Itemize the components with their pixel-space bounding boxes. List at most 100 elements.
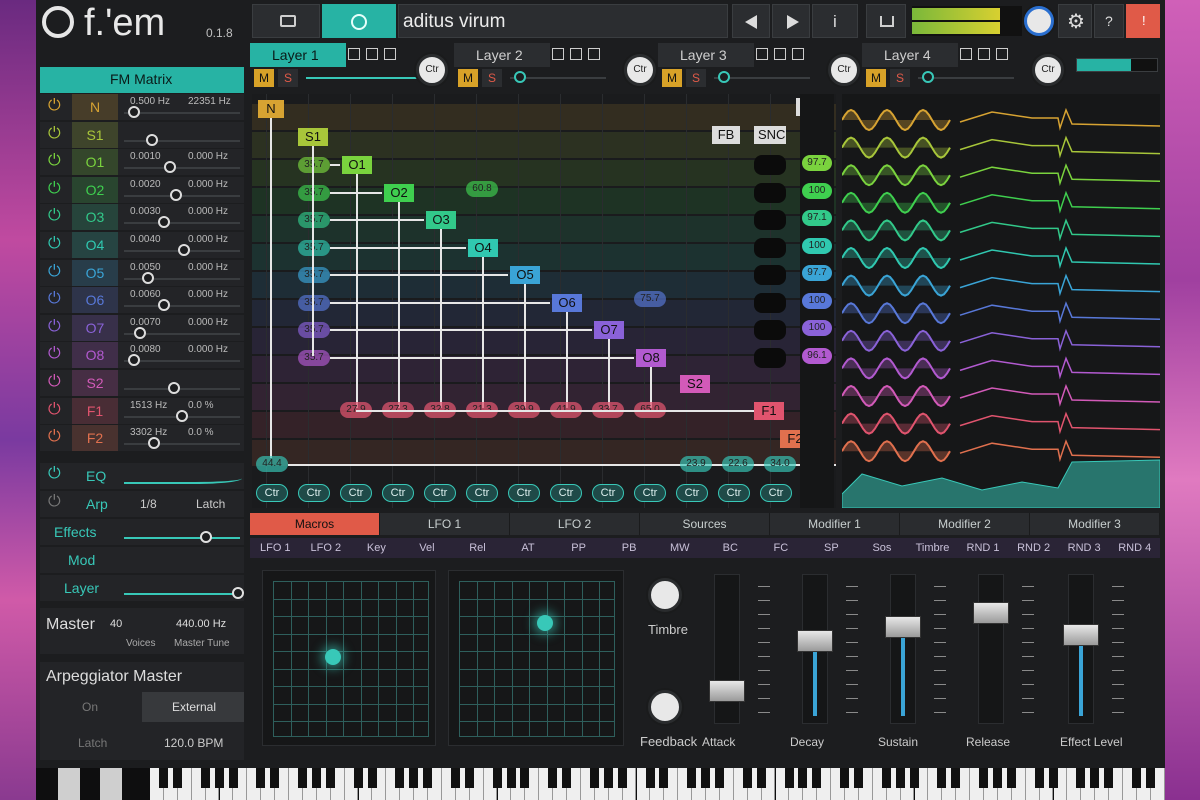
panic-button[interactable]: ! (1126, 4, 1160, 38)
mod-tab-vel[interactable]: Vel (402, 539, 453, 557)
layer-2-pan-knob[interactable]: Ctr (624, 54, 656, 86)
ctr-7[interactable]: Ctr (508, 484, 540, 502)
snc-toggle-2[interactable] (754, 182, 786, 203)
black-key-47[interactable] (798, 768, 808, 788)
mod-tab-rnd-4[interactable]: RND 4 (1109, 539, 1160, 557)
mod-tab-at[interactable]: AT (503, 539, 554, 557)
black-key-72[interactable] (1145, 768, 1155, 788)
master-tune-value[interactable]: 440.00 Hz (176, 618, 226, 630)
op-param-a-o4[interactable]: 0.0040 (130, 234, 161, 245)
op-slider-thumb-s2[interactable] (168, 382, 180, 394)
op-param-a-o5[interactable]: 0.0050 (130, 262, 161, 273)
op-name-s1[interactable]: S1 (72, 121, 118, 148)
mod-row[interactable]: Mod (40, 547, 244, 573)
fm-matrix-button[interactable]: FM Matrix (40, 67, 244, 93)
layer-2-volume-thumb[interactable] (514, 71, 526, 83)
snc-toggle-1[interactable] (754, 155, 786, 175)
pitch-wheel[interactable] (58, 768, 80, 800)
extra-mod-o2[interactable]: 60.8 (466, 181, 498, 197)
xy1-handle[interactable] (325, 649, 341, 665)
node-s2[interactable]: S2 (680, 375, 710, 393)
effects-slider-thumb[interactable] (200, 531, 212, 543)
mod-tab-pb[interactable]: PB (604, 539, 655, 557)
black-key-18[interactable] (395, 768, 405, 788)
black-key-2[interactable] (172, 768, 182, 788)
layer-3-mute-button[interactable]: M (662, 69, 682, 87)
layer-3-pan-knob[interactable]: Ctr (828, 54, 860, 86)
black-key-26[interactable] (506, 768, 516, 788)
power-icon-o4[interactable]: ⏻ (48, 235, 61, 253)
fader-4[interactable] (978, 574, 1004, 724)
black-key-61[interactable] (993, 768, 1002, 788)
ctr-3[interactable]: Ctr (340, 484, 372, 502)
feedback-knob[interactable] (648, 690, 682, 724)
op-name-o8[interactable]: O8 (72, 342, 118, 369)
black-key-48[interactable] (812, 768, 822, 788)
op-slider-thumb-s1[interactable] (146, 133, 158, 146)
black-key-9[interactable] (270, 768, 280, 788)
layer-3-icon-2[interactable] (774, 48, 786, 60)
mod-val-o2[interactable]: 35.7 (298, 184, 330, 201)
eq-power-icon[interactable]: ⏻ (48, 465, 61, 483)
help-button[interactable]: ? (1094, 4, 1124, 38)
layer-2-solo-button[interactable]: S (482, 69, 502, 87)
layer-4-mute-button[interactable]: M (866, 69, 886, 87)
black-key-58[interactable] (951, 768, 961, 788)
black-key-16[interactable] (367, 768, 377, 788)
black-key-41[interactable] (715, 768, 724, 788)
black-key-1[interactable] (159, 768, 168, 788)
power-icon-o8[interactable]: ⏻ (48, 345, 61, 363)
op-param-b-o7[interactable]: 0.000 Hz (188, 317, 228, 328)
black-key-25[interactable] (492, 768, 502, 788)
op-name-o5[interactable]: O5 (72, 259, 118, 286)
layer-4-icon-1[interactable] (960, 48, 972, 60)
layer-3-solo-button[interactable]: S (686, 69, 706, 87)
black-key-19[interactable] (409, 768, 419, 788)
ctr-1[interactable]: Ctr (256, 484, 288, 502)
layer-3-icon-1[interactable] (756, 48, 768, 60)
arp-bpm[interactable]: 120.0 BPM (164, 736, 223, 750)
save-button[interactable] (866, 4, 906, 38)
mod-val-o5[interactable]: 35.7 (298, 267, 330, 283)
black-key-40[interactable] (701, 768, 711, 788)
info-button[interactable]: i (812, 4, 858, 38)
mod-tab-sos[interactable]: Sos (857, 539, 908, 557)
black-key-64[interactable] (1034, 768, 1044, 788)
preset-name-field[interactable]: aditus virum (398, 4, 728, 38)
layer-2-icon-3[interactable] (588, 48, 600, 60)
op-param-b-o8[interactable]: 0.000 Hz (188, 344, 228, 355)
op-param-a-o2[interactable]: 0.0020 (130, 179, 161, 190)
layer-3-icon-3[interactable] (792, 48, 804, 60)
vel-val-6[interactable]: 100 (802, 292, 832, 309)
op-slider-thumb-o7[interactable] (134, 326, 146, 339)
op-slider-o6[interactable] (124, 305, 240, 308)
mod-tab-timbre[interactable]: Timbre (907, 539, 958, 557)
node-o7[interactable]: O7 (594, 321, 624, 339)
black-key-20[interactable] (423, 768, 433, 788)
arp-latch[interactable]: Latch (196, 497, 225, 511)
out-f2[interactable]: 34.0 (764, 456, 796, 472)
mod-tab-bc[interactable]: BC (705, 539, 756, 557)
fader-cap-3[interactable] (885, 616, 921, 638)
power-icon-n[interactable]: ⏻ (48, 97, 61, 115)
fader-cap-5[interactable] (1063, 624, 1099, 646)
op-param-b-n[interactable]: 22351 Hz (188, 96, 231, 107)
op-name-f2[interactable]: F2 (72, 425, 118, 452)
layer-4-pan-knob[interactable]: Ctr (1032, 54, 1064, 86)
black-key-6[interactable] (228, 768, 238, 788)
snc-toggle-8[interactable] (754, 347, 786, 368)
mod-val-o3[interactable]: 35.7 (298, 212, 330, 228)
power-icon-o3[interactable]: ⏻ (48, 207, 61, 225)
node-n[interactable]: N (258, 100, 284, 118)
op-slider-thumb-o4[interactable] (178, 244, 190, 256)
vel-val-5[interactable]: 97.7 (802, 265, 832, 281)
xy2-handle[interactable] (537, 615, 553, 631)
voices-value[interactable]: 40 (110, 618, 122, 630)
layer-1-pan-knob[interactable]: Ctr (416, 54, 448, 86)
bottom-tab-lfo-2[interactable]: LFO 2 (510, 513, 640, 535)
ctr-13[interactable]: Ctr (760, 484, 792, 502)
op-name-o2[interactable]: O2 (72, 176, 118, 203)
black-key-65[interactable] (1048, 768, 1058, 788)
black-key-69[interactable] (1104, 768, 1114, 788)
op-name-o3[interactable]: O3 (72, 204, 118, 231)
